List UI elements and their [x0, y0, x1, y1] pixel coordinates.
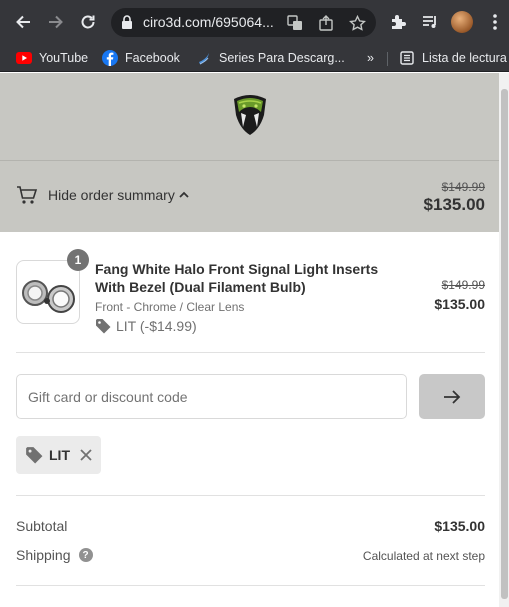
reload-icon — [81, 15, 95, 29]
media-queue-icon[interactable] — [418, 10, 442, 34]
reading-list-icon — [399, 50, 415, 66]
chevron-up-icon — [179, 191, 189, 198]
share-icon[interactable] — [317, 14, 335, 32]
item-discount: LIT (-$14.99) — [95, 318, 197, 334]
applied-discount-chip: LIT — [16, 436, 101, 474]
applied-code-text: LIT — [49, 447, 70, 463]
facebook-icon — [102, 50, 118, 66]
hide-order-summary-button[interactable]: Hide order summary — [16, 185, 189, 205]
bookmark-youtube[interactable]: YouTube — [16, 48, 88, 68]
youtube-icon — [16, 50, 32, 66]
store-logo-icon[interactable] — [230, 93, 270, 137]
forward-button[interactable] — [43, 9, 69, 35]
remove-discount-icon[interactable] — [80, 449, 92, 461]
store-header — [0, 73, 499, 161]
summary-toggle-label: Hide order summary — [48, 187, 175, 203]
profile-avatar[interactable] — [451, 11, 473, 33]
bookmarks-bar: YouTube Facebook Series Para Descarg... … — [0, 44, 509, 72]
discount-code-input[interactable] — [16, 374, 407, 419]
bookmark-series[interactable]: Series Para Descarg... — [196, 48, 345, 68]
url-text: ciro3d.com/695064... — [143, 14, 274, 30]
product-variant: Front - Chrome / Clear Lens — [95, 300, 245, 314]
product-thumbnail — [16, 260, 80, 324]
menu-kebab-icon[interactable] — [483, 10, 507, 34]
divider — [16, 495, 485, 496]
arrow-right-icon — [444, 389, 461, 404]
checkout-page: Hide order summary $149.99 $135.00 1 Fan… — [0, 73, 499, 607]
back-button[interactable] — [10, 9, 36, 35]
subtotal-label: Subtotal — [16, 518, 68, 534]
divider — [16, 352, 485, 353]
lock-icon — [122, 15, 132, 29]
bookmarks-separator — [387, 52, 388, 66]
series-icon — [196, 50, 212, 66]
scrollbar-thumb[interactable] — [501, 89, 508, 599]
summary-total: $135.00 — [423, 195, 485, 214]
item-discount-text: LIT (-$14.99) — [116, 318, 197, 334]
extensions-icon[interactable] — [386, 10, 410, 34]
product-image-icon — [22, 280, 75, 313]
divider — [16, 585, 485, 586]
back-arrow-icon — [16, 15, 30, 29]
bookmark-star-icon[interactable] — [348, 14, 366, 32]
shipping-row: Shipping ? Calculated at next step — [16, 547, 485, 567]
summary-compare-price: $149.99 — [441, 180, 485, 194]
shipping-value: Calculated at next step — [362, 549, 485, 563]
quantity-badge: 1 — [67, 249, 89, 271]
shipping-help-icon[interactable]: ? — [78, 548, 93, 562]
bookmarks-overflow-button[interactable]: » — [367, 48, 374, 68]
order-summary-toggle-bar: Hide order summary $149.99 $135.00 — [0, 161, 499, 232]
translate-icon[interactable] — [286, 14, 304, 32]
line-item: 1 Fang White Halo Front Signal Light Ins… — [16, 249, 485, 334]
subtotal-value: $135.00 — [434, 518, 485, 534]
discount-tag-icon — [96, 319, 111, 334]
product-title: Fang White Halo Front Signal Light Inser… — [95, 261, 379, 295]
cart-icon — [17, 186, 38, 204]
reading-list-button[interactable]: Lista de lectura — [399, 48, 507, 68]
browser-toolbar: ciro3d.com/695064... — [0, 0, 509, 44]
shipping-label: Shipping — [16, 547, 71, 563]
forward-arrow-icon — [49, 15, 63, 29]
shipping-label-group: Shipping ? — [16, 547, 93, 563]
subtotal-row: Subtotal $135.00 — [16, 518, 485, 538]
apply-discount-button[interactable] — [419, 374, 485, 419]
address-bar[interactable]: ciro3d.com/695064... — [111, 8, 376, 37]
discount-tag-icon — [26, 447, 43, 464]
item-compare-price: $149.99 — [441, 278, 485, 292]
reload-button[interactable] — [75, 9, 101, 35]
bookmark-facebook[interactable]: Facebook — [102, 48, 180, 68]
item-price: $135.00 — [434, 296, 485, 312]
